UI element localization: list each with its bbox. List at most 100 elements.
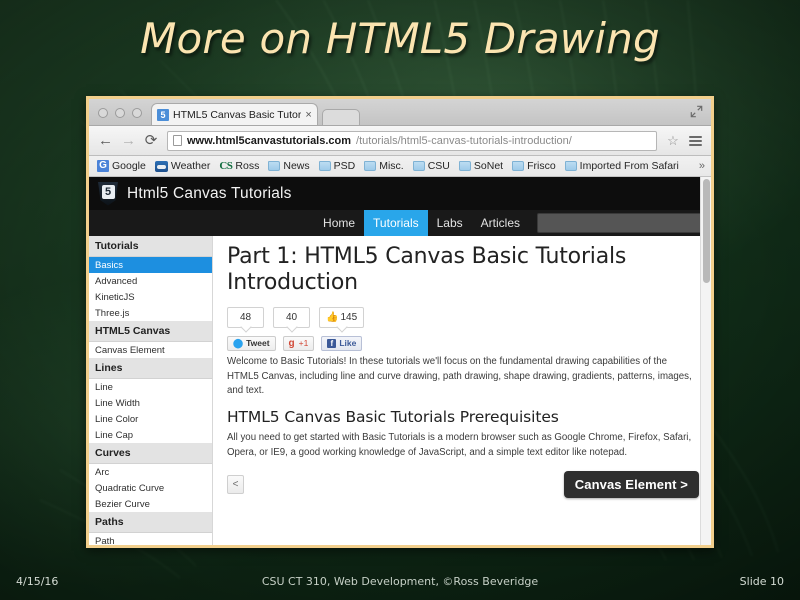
folder-icon — [512, 161, 525, 171]
site-header: 5 Html5 Canvas Tutorials — [89, 177, 711, 210]
sidebar-item-bezier-curve[interactable]: Bezier Curve — [89, 496, 212, 512]
google-icon: G — [97, 160, 109, 172]
browser-tabstrip: 5 HTML5 Canvas Basic Tutor × — [89, 99, 711, 126]
folder-icon — [564, 161, 577, 171]
sidebar-item-quadratic-curve[interactable]: Quadratic Curve — [89, 480, 212, 496]
folder-icon — [318, 161, 331, 171]
bookmark-misc[interactable]: Misc. — [364, 160, 404, 172]
twitter-bird-icon: ⬤ — [233, 337, 244, 348]
like-button-label: Like — [339, 338, 357, 349]
page-viewport: 5 Html5 Canvas Tutorials Home Tutorials … — [89, 177, 711, 545]
new-tab-button[interactable] — [321, 109, 360, 125]
bookmark-imported-from-safari[interactable]: Imported From Safari — [564, 160, 679, 172]
slide: More on HTML5 Drawing 5 HTML5 Canvas Bas… — [0, 0, 800, 600]
forward-button[interactable]: → — [121, 133, 136, 148]
sidebar-item-line-width[interactable]: Line Width — [89, 395, 212, 411]
facebook-like-button[interactable]: f Like — [321, 335, 363, 351]
page-scrollbar-thumb[interactable] — [703, 179, 710, 283]
reload-button[interactable]: ⟳ — [144, 133, 158, 148]
social-counts: 48 40 👍 145 — [227, 306, 699, 328]
bookmark-news[interactable]: News — [268, 160, 310, 172]
nav-item-home[interactable]: Home — [314, 210, 364, 236]
bookmark-label: Google — [112, 160, 146, 172]
bookmark-weather[interactable]: Weather — [154, 160, 210, 172]
nav-item-articles[interactable]: Articles — [472, 210, 529, 236]
bookmark-frisco[interactable]: Frisco — [512, 160, 556, 172]
minimize-window-button[interactable] — [115, 108, 125, 118]
article-paragraph-1: Welcome to Basic Tutorials! In these tut… — [227, 355, 692, 397]
article-heading: Part 1: HTML5 Canvas Basic Tutorials Int… — [227, 244, 627, 296]
footer-course-info: CSU CT 310, Web Development, ©Ross Bever… — [261, 574, 539, 588]
bookmark-csu[interactable]: CSU — [412, 160, 450, 172]
page-scrollbar[interactable] — [700, 177, 711, 545]
bookmark-label: SoNet — [473, 160, 504, 172]
sidebar-item-advanced[interactable]: Advanced — [89, 273, 212, 289]
html5-favicon-icon: 5 — [157, 108, 169, 121]
close-tab-icon[interactable]: × — [305, 109, 311, 121]
sidebar-item-arc[interactable]: Arc — [89, 464, 212, 480]
google-plus-one-button[interactable]: g +1 — [282, 335, 315, 351]
google-plus-icon: g — [288, 337, 295, 349]
sidebar-heading-lines: Lines — [89, 358, 212, 379]
bookmark-psd[interactable]: PSD — [318, 160, 356, 172]
html5-logo-icon[interactable]: 5 — [98, 181, 118, 206]
footer-slide-number: Slide 10 — [739, 574, 784, 588]
thumbs-up-icon: 👍 — [326, 311, 339, 323]
article-paragraph-2: All you need to get started with Basic T… — [227, 431, 692, 458]
bookmark-label: CSU — [427, 160, 450, 172]
bookmarks-overflow-icon[interactable]: » — [699, 160, 705, 172]
tweet-count: 48 — [227, 306, 264, 328]
slide-footer: 4/15/16 CSU CT 310, Web Development, ©Ro… — [0, 562, 800, 600]
bookmarks-bar: G Google Weather CS Ross News PSD Misc. … — [89, 156, 711, 177]
gplus-count: 40 — [273, 306, 310, 328]
nav-item-labs[interactable]: Labs — [428, 210, 472, 236]
sidebar-item-basics[interactable]: Basics — [89, 257, 212, 273]
nav-item-tutorials[interactable]: Tutorials — [364, 210, 428, 236]
gplus-button-label: +1 — [298, 338, 309, 349]
article-subheading: HTML5 Canvas Basic Tutorials Prerequisit… — [227, 407, 559, 426]
browser-toolbar: ← → ⟳ www.html5canvastutorials.com/tutor… — [89, 126, 711, 156]
close-window-button[interactable] — [98, 108, 108, 118]
window-traffic-lights — [89, 108, 151, 125]
back-button[interactable]: ← — [98, 133, 113, 148]
bookmark-sonet[interactable]: SoNet — [458, 160, 504, 172]
browser-tab[interactable]: 5 HTML5 Canvas Basic Tutor × — [151, 103, 318, 125]
tweet-button[interactable]: ⬤ Tweet — [227, 335, 276, 351]
sidebar-item-line-cap[interactable]: Line Cap — [89, 427, 212, 443]
browser-tab-title: HTML5 Canvas Basic Tutor — [173, 108, 302, 121]
sidebar-heading-curves: Curves — [89, 443, 212, 464]
social-share-widget: 48 40 👍 145 ⬤ Tweet g +1 f Like — [227, 306, 699, 351]
bookmark-ross[interactable]: CS Ross — [219, 160, 259, 172]
like-count-value: 145 — [340, 311, 358, 323]
bookmark-google[interactable]: G Google — [97, 160, 146, 172]
sidebar-item-path[interactable]: Path — [89, 533, 212, 546]
sidebar-item-line[interactable]: Line — [89, 379, 212, 395]
content-area: Tutorials Basics Advanced KineticJS Thre… — [89, 236, 711, 545]
share-buttons: ⬤ Tweet g +1 f Like — [227, 335, 699, 351]
bookmark-label: News — [283, 160, 310, 172]
article-pager: < Canvas Element > — [227, 471, 699, 499]
zoom-window-button[interactable] — [132, 108, 142, 118]
site-nav: Home Tutorials Labs Articles — [89, 210, 711, 236]
site-search-input[interactable] — [537, 213, 703, 233]
bookmark-label: Frisco — [527, 160, 556, 172]
bookmark-star-icon[interactable]: ☆ — [666, 133, 680, 149]
footer-date: 4/15/16 — [16, 574, 59, 588]
sidebar-heading-tutorials: Tutorials — [89, 236, 212, 257]
bookmark-label: Misc. — [379, 160, 404, 172]
fullscreen-icon[interactable] — [690, 105, 703, 118]
sidebar-heading-html5-canvas: HTML5 Canvas — [89, 321, 212, 342]
sidebar-item-line-color[interactable]: Line Color — [89, 411, 212, 427]
bookmark-label: Ross — [235, 160, 260, 172]
browser-window-screenshot: 5 HTML5 Canvas Basic Tutor × ← → ⟳ www.h… — [86, 96, 714, 548]
folder-icon — [458, 161, 471, 171]
page-info-icon[interactable] — [173, 135, 182, 146]
bookmark-label: PSD — [333, 160, 356, 172]
sidebar-item-threejs[interactable]: Three.js — [89, 305, 212, 321]
sidebar-item-canvas-element[interactable]: Canvas Element — [89, 342, 212, 358]
address-bar[interactable]: www.html5canvastutorials.com/tutorials/h… — [167, 130, 657, 151]
hamburger-menu-icon[interactable] — [689, 135, 702, 146]
next-page-button[interactable]: Canvas Element > — [563, 471, 699, 499]
previous-page-button[interactable]: < — [227, 475, 244, 495]
sidebar-item-kineticjs[interactable]: KineticJS — [89, 289, 212, 305]
